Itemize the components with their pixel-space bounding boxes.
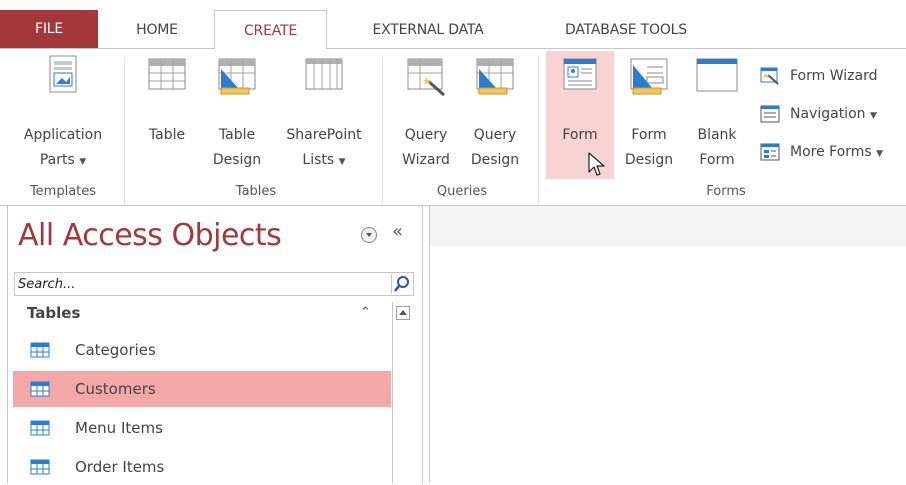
table-design-button[interactable]: Table Design bbox=[202, 51, 272, 179]
tab-external-data[interactable]: EXTERNAL DATA bbox=[343, 13, 513, 48]
sharepoint-lists-icon bbox=[302, 55, 346, 99]
sharepoint-lists-button[interactable]: SharePoint Lists ▼ bbox=[274, 51, 374, 179]
nav-item-label: Order Items bbox=[75, 458, 165, 476]
group-label-templates: Templates bbox=[29, 184, 97, 199]
nav-pane-title[interactable]: All Access Objects bbox=[18, 218, 282, 253]
blank-form-label-2: Form bbox=[699, 152, 735, 168]
search-input[interactable] bbox=[16, 274, 386, 294]
mouse-pointer-icon bbox=[588, 152, 606, 178]
nav-item-label: Customers bbox=[75, 380, 156, 398]
query-wizard-label-1: Query bbox=[404, 127, 448, 143]
tab-database-tools[interactable]: DATABASE TOOLS bbox=[530, 13, 722, 48]
navigation-label: Navigation bbox=[790, 106, 866, 122]
table-design-icon bbox=[215, 55, 259, 99]
form-icon bbox=[558, 55, 602, 99]
document-workspace bbox=[430, 206, 906, 483]
table-icon bbox=[30, 420, 50, 436]
blank-form-button[interactable]: Blank Form bbox=[684, 51, 750, 179]
dropdown-caret-icon: ▼ bbox=[869, 111, 877, 121]
more-forms-button[interactable]: More Forms ▼ bbox=[760, 141, 906, 163]
sharepoint-lists-label-2: Lists bbox=[302, 152, 335, 168]
sharepoint-lists-label-1: SharePoint bbox=[286, 127, 362, 143]
table-icon bbox=[30, 459, 50, 475]
table-label: Table bbox=[148, 127, 186, 143]
form-wizard-button[interactable]: Form Wizard bbox=[760, 65, 906, 87]
form-wizard-label: Form Wizard bbox=[790, 68, 878, 84]
query-design-label-1: Query bbox=[473, 127, 517, 143]
table-button[interactable]: Table bbox=[134, 51, 200, 179]
group-divider bbox=[382, 57, 383, 205]
search-box bbox=[14, 272, 414, 296]
form-design-label-2: Design bbox=[624, 152, 674, 168]
table-design-label-1: Table bbox=[218, 127, 256, 143]
table-design-label-2: Design bbox=[212, 152, 262, 168]
nav-item-label: Categories bbox=[75, 341, 156, 359]
query-design-label-2: Design bbox=[470, 152, 520, 168]
collapse-section-icon[interactable]: ⌃ bbox=[360, 305, 371, 320]
tab-create[interactable]: CREATE bbox=[214, 10, 327, 49]
query-design-button[interactable]: Query Design bbox=[460, 51, 530, 179]
blank-form-icon bbox=[695, 55, 739, 99]
workspace-header-strip bbox=[430, 206, 906, 246]
tab-home[interactable]: HOME bbox=[118, 13, 196, 48]
application-parts-icon bbox=[41, 55, 85, 99]
ribbon-tab-bar: FILE HOME CREATE EXTERNAL DATA DATABASE … bbox=[0, 0, 906, 49]
scroll-up-arrow-icon[interactable] bbox=[396, 306, 410, 320]
navigation-button[interactable]: Navigation ▼ bbox=[760, 103, 906, 125]
form-wizard-icon bbox=[760, 67, 780, 85]
application-parts-label-1: Application bbox=[23, 127, 103, 143]
search-icon[interactable] bbox=[391, 274, 411, 294]
application-parts-button[interactable]: Application Parts ▼ bbox=[6, 51, 120, 179]
blank-form-label-1: Blank bbox=[697, 127, 737, 143]
dropdown-caret-icon: ▼ bbox=[338, 157, 346, 167]
form-design-button[interactable]: Form Design bbox=[616, 51, 682, 179]
nav-item-menu-items[interactable]: Menu Items bbox=[13, 410, 391, 446]
nav-item-order-items[interactable]: Order Items bbox=[13, 449, 391, 485]
dropdown-caret-icon: ▼ bbox=[876, 149, 884, 159]
table-icon bbox=[30, 381, 50, 397]
form-label: Form bbox=[562, 127, 598, 143]
dropdown-caret-icon: ▼ bbox=[79, 157, 87, 167]
more-forms-label: More Forms bbox=[790, 144, 872, 160]
nav-item-customers[interactable]: Customers bbox=[13, 371, 391, 407]
nav-item-label: Menu Items bbox=[75, 419, 163, 437]
nav-pane-menu-button[interactable] bbox=[361, 227, 377, 243]
group-label-tables: Tables bbox=[235, 184, 277, 199]
form-design-label-1: Form bbox=[631, 127, 667, 143]
query-wizard-label-2: Wizard bbox=[402, 152, 450, 168]
query-design-icon bbox=[473, 55, 517, 99]
query-wizard-button[interactable]: Query Wizard bbox=[394, 51, 458, 179]
application-parts-label-2: Parts bbox=[39, 152, 75, 168]
nav-section-tables[interactable]: Tables bbox=[27, 304, 80, 322]
table-icon bbox=[145, 55, 189, 99]
navigation-icon bbox=[760, 105, 780, 123]
group-divider bbox=[538, 57, 539, 205]
nav-item-categories[interactable]: Categories bbox=[13, 332, 391, 368]
form-design-icon bbox=[627, 55, 671, 99]
navigation-pane: All Access Objects « Tables ⌃ Categories bbox=[0, 206, 430, 483]
ribbon-create: Application Parts ▼ Templates Table Tabl… bbox=[0, 48, 906, 206]
table-icon bbox=[30, 342, 50, 358]
nav-pane-scrollbar[interactable] bbox=[392, 302, 412, 483]
group-divider bbox=[124, 57, 125, 205]
group-label-forms: Forms bbox=[706, 184, 746, 199]
shutter-bar-icon[interactable]: « bbox=[392, 221, 403, 242]
query-wizard-icon bbox=[404, 55, 448, 99]
tab-file[interactable]: FILE bbox=[0, 10, 98, 48]
group-label-queries: Queries bbox=[436, 184, 488, 199]
more-forms-icon bbox=[760, 143, 780, 161]
